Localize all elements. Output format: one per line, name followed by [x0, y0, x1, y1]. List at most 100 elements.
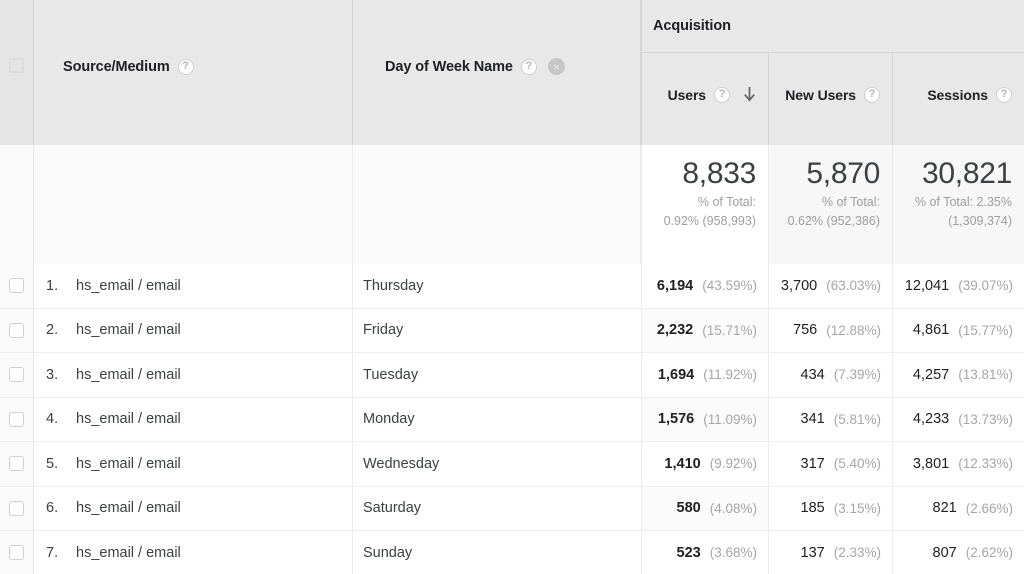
row-users-percent: (11.92%)	[703, 367, 757, 383]
row-new-users-value: 185	[800, 500, 825, 517]
row-checkbox-cell[interactable]	[0, 442, 34, 486]
row-users-cell: 2,232 (15.71%)	[641, 308, 768, 352]
totals-sessions-pct-line1: % of Total: 2.35%	[914, 194, 1012, 209]
row-day-of-week-value[interactable]: Thursday	[363, 278, 423, 294]
row-day-of-week-value[interactable]: Friday	[363, 322, 403, 338]
row-sessions-percent: (39.07%)	[958, 278, 1013, 294]
help-icon[interactable]: ?	[520, 58, 537, 75]
column-header-day-of-week-name[interactable]: Day of Week Name ? ×	[353, 0, 641, 145]
metric-column-headers: Users ? New Users ? Sessions ?	[641, 53, 1024, 145]
row-source-medium-value[interactable]: hs_email / email	[76, 500, 181, 516]
row-index: 5.	[46, 455, 59, 472]
sort-down-arrow-icon[interactable]	[743, 86, 756, 103]
row-sessions-value: 3,801	[912, 455, 950, 472]
row-day-of-week-value[interactable]: Saturday	[363, 500, 421, 516]
column-header-source-medium[interactable]: Source/Medium ?	[34, 0, 353, 145]
row-checkbox[interactable]	[9, 278, 24, 294]
row-sessions-cell: 12,041 (39.07%)	[892, 264, 1024, 308]
column-header-label: Users	[667, 86, 707, 103]
row-new-users-cell: 434 (7.39%)	[768, 353, 892, 397]
row-day-of-week-cell: Sunday	[353, 531, 641, 574]
row-index: 2.	[46, 322, 59, 339]
table-row[interactable]: 4. hs_email / email Monday 1,576 (11.09%…	[0, 397, 1024, 442]
row-sessions-value: 4,233	[912, 411, 950, 428]
row-source-medium-value[interactable]: hs_email / email	[76, 411, 181, 427]
row-source-medium-value[interactable]: hs_email / email	[76, 367, 181, 383]
select-all-checkbox-cell[interactable]	[0, 0, 34, 145]
row-source-medium-value[interactable]: hs_email / email	[76, 456, 181, 472]
row-day-of-week-value[interactable]: Monday	[363, 411, 415, 427]
row-day-of-week-cell: Thursday	[353, 264, 641, 308]
table-row[interactable]: 2. hs_email / email Friday 2,232 (15.71%…	[0, 308, 1024, 353]
remove-dimension-icon[interactable]: ×	[547, 58, 565, 75]
row-checkbox-cell[interactable]	[0, 486, 34, 530]
row-sessions-cell: 4,233 (13.73%)	[892, 397, 1024, 441]
row-day-of-week-value[interactable]: Tuesday	[363, 367, 418, 383]
row-checkbox-cell[interactable]	[0, 308, 34, 352]
row-new-users-percent: (63.03%)	[826, 278, 881, 294]
totals-users-value: 8,833	[682, 157, 756, 190]
table-row[interactable]: 3. hs_email / email Tuesday 1,694 (11.92…	[0, 353, 1024, 398]
table-row[interactable]: 5. hs_email / email Wednesday 1,410 (9.9…	[0, 442, 1024, 487]
row-new-users-value: 341	[800, 411, 825, 428]
row-sessions-value: 821	[932, 500, 957, 517]
row-checkbox[interactable]	[9, 545, 24, 561]
row-new-users-percent: (12.88%)	[826, 322, 881, 338]
row-sessions-percent: (12.33%)	[958, 456, 1013, 472]
row-new-users-value: 317	[800, 455, 825, 472]
totals-users-pct-line2: 0.92% (958,993)	[663, 214, 756, 229]
row-sessions-percent: (2.66%)	[965, 500, 1013, 516]
row-checkbox-cell[interactable]	[0, 353, 34, 397]
row-users-percent: (4.08%)	[709, 500, 757, 516]
row-index: 1.	[46, 277, 59, 294]
row-new-users-cell: 137 (2.33%)	[768, 531, 892, 574]
column-header-sessions[interactable]: Sessions ?	[892, 53, 1024, 145]
totals-users-pct-line1: % of Total:	[697, 194, 756, 209]
row-checkbox[interactable]	[9, 411, 24, 427]
row-checkbox[interactable]	[9, 322, 24, 338]
help-icon[interactable]: ?	[714, 86, 730, 103]
help-icon[interactable]: ?	[864, 86, 880, 103]
row-new-users-value: 137	[800, 544, 825, 561]
row-sessions-cell: 4,861 (15.77%)	[892, 308, 1024, 352]
row-day-of-week-cell: Friday	[353, 308, 641, 352]
table-row[interactable]: 7. hs_email / email Sunday 523 (3.68%) 1…	[0, 531, 1024, 574]
row-checkbox-cell[interactable]	[0, 264, 34, 308]
row-users-value: 580	[676, 500, 701, 517]
column-header-new-users[interactable]: New Users ?	[768, 53, 892, 145]
row-day-of-week-value[interactable]: Sunday	[363, 545, 412, 561]
table-row[interactable]: 1. hs_email / email Thursday 6,194 (43.5…	[0, 264, 1024, 309]
table-row[interactable]: 6. hs_email / email Saturday 580 (4.08%)…	[0, 486, 1024, 531]
row-source-medium-value[interactable]: hs_email / email	[76, 545, 181, 561]
row-new-users-percent: (7.39%)	[833, 367, 881, 383]
row-source-medium-cell: 6. hs_email / email	[34, 486, 353, 530]
row-users-value: 1,694	[657, 366, 695, 383]
row-day-of-week-cell: Saturday	[353, 486, 641, 530]
row-index: 3.	[46, 366, 59, 383]
row-new-users-percent: (5.40%)	[833, 456, 881, 472]
help-icon[interactable]: ?	[996, 86, 1012, 103]
row-source-medium-value[interactable]: hs_email / email	[76, 322, 181, 338]
row-checkbox[interactable]	[9, 367, 24, 383]
row-checkbox-cell[interactable]	[0, 397, 34, 441]
select-all-checkbox[interactable]	[9, 58, 24, 73]
row-day-of-week-cell: Monday	[353, 397, 641, 441]
metric-header-group: Acquisition Users ? New Users ? Sessions…	[641, 0, 1024, 145]
row-source-medium-cell: 7. hs_email / email	[34, 531, 353, 574]
row-sessions-value: 4,861	[912, 322, 950, 339]
totals-sessions-value: 30,821	[922, 157, 1012, 190]
row-new-users-percent: (5.81%)	[833, 411, 881, 427]
totals-new-users-pct-line1: % of Total:	[821, 194, 880, 209]
help-icon[interactable]: ?	[177, 58, 194, 75]
row-day-of-week-value[interactable]: Wednesday	[363, 456, 439, 472]
row-users-cell: 580 (4.08%)	[641, 486, 768, 530]
row-checkbox[interactable]	[9, 456, 24, 472]
row-checkbox-cell[interactable]	[0, 531, 34, 574]
row-sessions-percent: (15.77%)	[958, 322, 1013, 338]
row-new-users-percent: (2.33%)	[833, 545, 881, 561]
table-body: 1. hs_email / email Thursday 6,194 (43.5…	[0, 264, 1024, 574]
column-header-users[interactable]: Users ?	[641, 53, 768, 145]
row-source-medium-cell: 1. hs_email / email	[34, 264, 353, 308]
row-source-medium-value[interactable]: hs_email / email	[76, 278, 181, 294]
row-checkbox[interactable]	[9, 500, 24, 516]
